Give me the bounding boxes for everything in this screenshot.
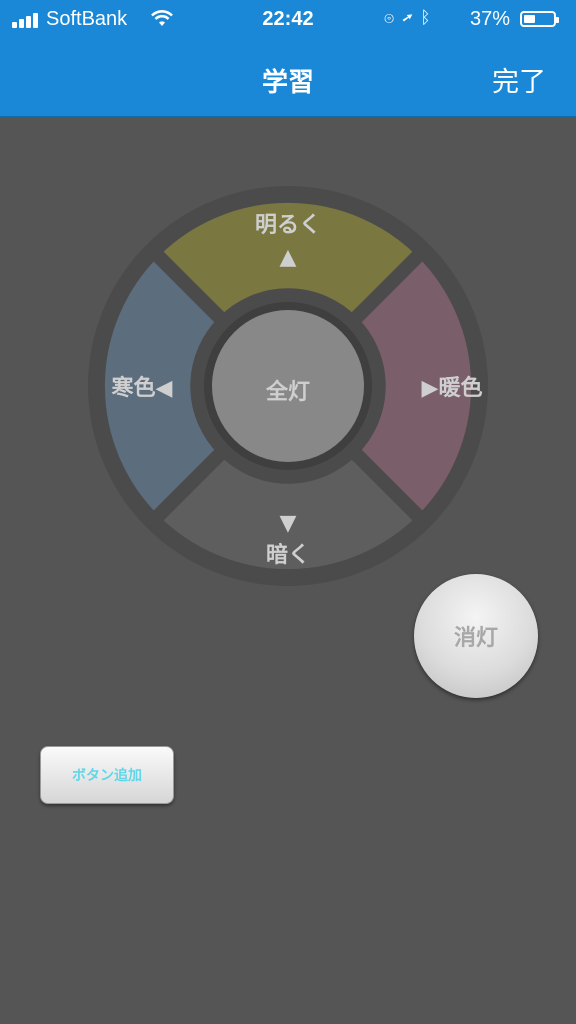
done-button[interactable]: 完了: [492, 60, 546, 99]
light-control-pad: 明るく ▲ ▼ 暗く 寒色◀ ▶暖色 全灯: [88, 186, 488, 586]
bluetooth-icon: ᛒ: [420, 8, 439, 27]
pad-graphic: [88, 186, 488, 586]
add-button[interactable]: ボタン追加: [40, 746, 174, 804]
light-off-button[interactable]: 消灯: [414, 574, 538, 698]
navigation-bar: 学習 完了: [0, 40, 576, 117]
add-button-label: ボタン追加: [72, 768, 142, 784]
location-arrow-icon: ➚: [402, 8, 421, 27]
orientation-lock-icon: ⊚: [384, 8, 403, 27]
battery-percent: 37%: [470, 8, 511, 30]
page-title: 学習: [261, 68, 314, 98]
light-off-label: 消灯: [453, 626, 498, 651]
full-light-button[interactable]: [212, 310, 364, 462]
status-bar: SoftBank 22:42 ⊚➚ᛒ 37%: [0, 0, 576, 40]
battery-icon: [520, 11, 559, 27]
